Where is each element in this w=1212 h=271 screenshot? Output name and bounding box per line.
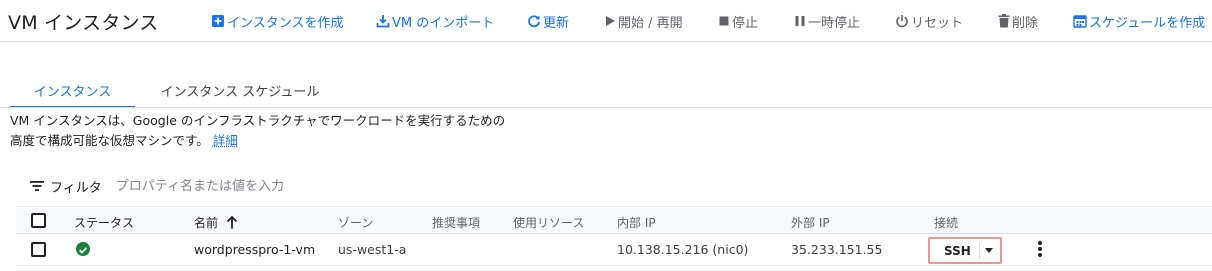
calendar-icon — [1073, 15, 1087, 28]
table-header: ステータス 名前 ゾーン 推奨事項 使用リソース 内部 IP 外部 IP 接続 — [16, 206, 1212, 234]
create-schedule-button[interactable]: スケジュールを作成 — [1073, 12, 1206, 31]
filter-input[interactable] — [115, 178, 376, 194]
page-title: VM インスタンス — [8, 12, 159, 34]
ssh-label: SSH — [944, 243, 971, 258]
description-line-1: VM インスタンスは、Google のインフラストラクチャでワークロードを実行す… — [10, 113, 506, 128]
column-zone[interactable]: ゾーン — [338, 214, 373, 231]
suspend-label: 一時停止 — [808, 15, 861, 31]
select-all-checkbox[interactable] — [31, 213, 46, 228]
ssh-button[interactable]: SSH — [928, 237, 1002, 264]
suspend-button[interactable]: 一時停止 — [794, 12, 861, 31]
trash-icon — [998, 14, 1010, 28]
delete-button[interactable]: 削除 — [998, 12, 1039, 31]
instance-name[interactable]: wordpresspro-1-vm — [194, 242, 315, 257]
import-icon — [376, 15, 390, 28]
reset-label: リセット — [911, 15, 964, 31]
start-resume-button[interactable]: 開始 / 再開 — [604, 12, 683, 31]
refresh-label: 更新 — [543, 15, 570, 31]
filter-icon — [30, 181, 44, 191]
create-schedule-label: スケジュールを作成 — [1089, 15, 1206, 31]
status-running-icon — [76, 242, 90, 256]
column-in-use-by[interactable]: 使用リソース — [513, 214, 584, 231]
stop-label: 停止 — [732, 15, 759, 31]
row-checkbox[interactable] — [31, 242, 46, 257]
stop-button[interactable]: 停止 — [718, 12, 759, 31]
refresh-button[interactable]: 更新 — [527, 12, 570, 31]
play-icon — [606, 16, 615, 26]
power-icon — [896, 15, 908, 28]
description-line-2: 高度で構成可能な仮想マシンです。 詳細 — [10, 131, 505, 151]
refresh-icon — [528, 15, 540, 28]
create-instance-button[interactable]: インスタンスを作成 — [211, 12, 344, 31]
instance-internal-ip: 10.138.15.216 (nic0) — [617, 242, 749, 257]
column-internal-ip[interactable]: 内部 IP — [617, 214, 656, 231]
ssh-divider — [978, 242, 980, 259]
more-actions-icon[interactable] — [1036, 240, 1044, 260]
delete-label: 削除 — [1012, 15, 1039, 31]
column-external-ip[interactable]: 外部 IP — [791, 214, 830, 231]
reset-button[interactable]: リセット — [895, 12, 964, 31]
add-box-icon — [212, 15, 224, 27]
instance-zone: us-west1-a — [338, 242, 407, 257]
tab-instance-schedule[interactable]: インスタンス スケジュール — [150, 80, 330, 108]
stop-icon — [719, 16, 729, 26]
create-instance-label: インスタンスを作成 — [227, 15, 344, 31]
ssh-dropdown-caret-icon[interactable] — [984, 248, 993, 253]
column-connect[interactable]: 接続 — [934, 214, 958, 231]
column-status[interactable]: ステータス — [74, 214, 134, 231]
column-name[interactable]: 名前 — [194, 214, 238, 231]
toolbar: VM インスタンス インスタンスを作成 VM のインポート 更新 開始 / 再開 — [0, 0, 1212, 42]
import-vm-button[interactable]: VM のインポート — [376, 12, 495, 31]
pause-icon — [795, 16, 805, 26]
import-vm-label: VM のインポート — [392, 15, 495, 31]
tab-instances[interactable]: インスタンス — [10, 80, 135, 108]
check-icon — [78, 247, 88, 254]
page-description: VM インスタンスは、Google のインフラストラクチャでワークロードを実行す… — [10, 111, 505, 151]
description-line-2-text: 高度で構成可能な仮想マシンです。 — [10, 133, 209, 148]
start-resume-label: 開始 / 再開 — [618, 15, 683, 31]
tabs-divider — [0, 107, 1212, 108]
instance-external-ip[interactable]: 35.233.151.55 — [791, 242, 882, 257]
table-row: wordpresspro-1-vm us-west1-a 10.138.15.2… — [16, 234, 1212, 266]
learn-more-link[interactable]: 詳細 — [213, 133, 238, 148]
column-recommendation[interactable]: 推奨事項 — [432, 214, 480, 231]
filter-bar[interactable]: フィルタ — [30, 176, 376, 196]
arrow-up-icon — [226, 216, 238, 229]
column-name-label: 名前 — [194, 216, 219, 230]
filter-label: フィルタ — [50, 180, 102, 196]
